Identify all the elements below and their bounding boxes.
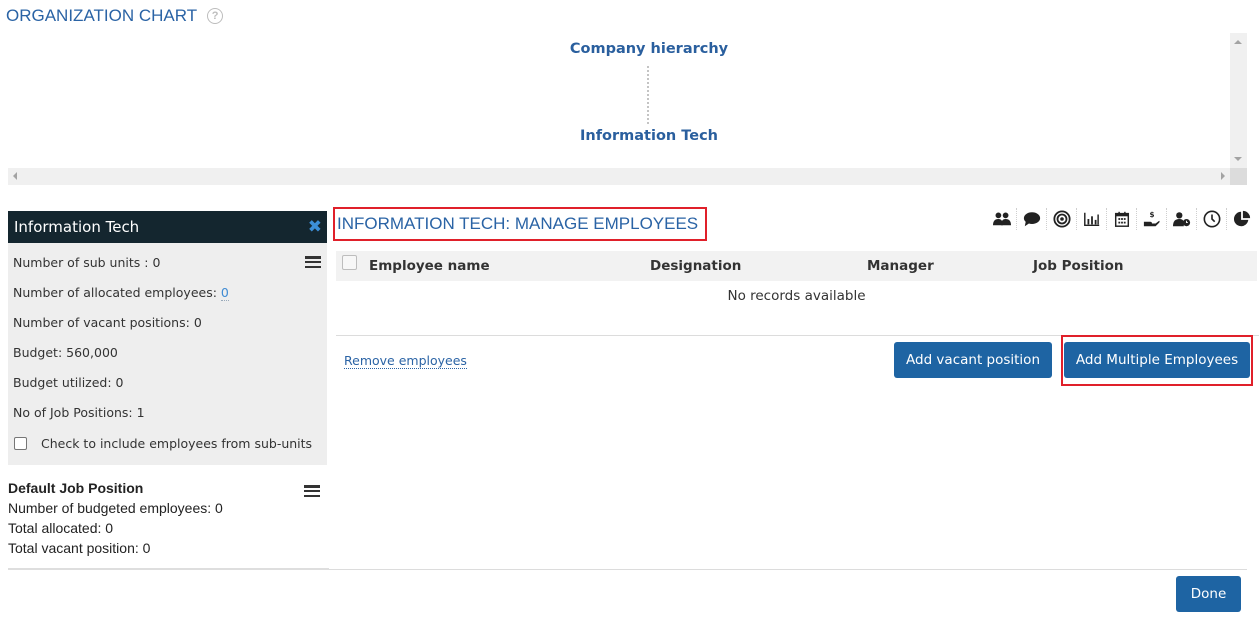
close-icon[interactable]: ✖	[308, 218, 322, 236]
column-header-employee-name[interactable]: Employee name	[369, 258, 490, 274]
comment-icon[interactable]	[1017, 208, 1047, 230]
job-position-panel: Default Job Position Number of budgeted …	[8, 478, 329, 570]
calendar-icon[interactable]	[1107, 208, 1137, 230]
allocated-employees-link[interactable]: 0	[220, 285, 229, 301]
section-title: INFORMATION TECH: MANAGE EMPLOYEES	[333, 207, 707, 241]
section-title-text: INFORMATION TECH: MANAGE EMPLOYEES	[337, 214, 699, 233]
scroll-up-arrow-icon[interactable]	[1234, 40, 1242, 44]
unit-panel-title: Information Tech	[14, 218, 140, 236]
pie-chart-icon[interactable]	[1227, 208, 1257, 230]
stat-sub-units: Number of sub units : 0	[13, 255, 161, 270]
scroll-left-arrow-icon[interactable]	[13, 172, 17, 180]
svg-text:$: $	[1149, 210, 1154, 219]
stat-budget-utilized: Budget utilized: 0	[13, 375, 124, 390]
grid-header: Employee name Designation Manager Job Po…	[336, 251, 1257, 281]
stat-vacant-positions: Number of vacant positions: 0	[13, 315, 202, 330]
stat-allocated-employees: Number of allocated employees: 0	[13, 285, 229, 301]
salary-hand-icon[interactable]: $	[1137, 208, 1167, 230]
clock-icon[interactable]	[1197, 208, 1227, 230]
column-header-designation[interactable]: Designation	[650, 258, 741, 274]
column-header-job-position[interactable]: Job Position	[1033, 258, 1123, 274]
stat-job-positions: No of Job Positions: 1	[13, 405, 145, 420]
bar-chart-icon[interactable]	[1077, 208, 1107, 230]
scroll-right-arrow-icon[interactable]	[1221, 172, 1225, 180]
target-icon[interactable]	[1047, 208, 1077, 230]
user-clock-icon[interactable]	[1167, 208, 1197, 230]
total-vacant: Total vacant position: 0	[8, 540, 151, 556]
unit-details-panel: Information Tech ✖ Number of sub units :…	[8, 211, 327, 465]
page-title-text: ORGANIZATION CHART	[6, 6, 198, 25]
toolbar: $	[987, 207, 1257, 231]
org-connector-line	[647, 66, 649, 124]
page-title: ORGANIZATION CHART ?	[6, 6, 224, 26]
total-allocated: Total allocated: 0	[8, 520, 114, 536]
org-node-information-tech[interactable]: Information Tech	[580, 128, 718, 144]
add-vacant-position-button[interactable]: Add vacant position	[894, 342, 1052, 378]
include-subunits-row[interactable]: Check to include employees from sub-unit…	[13, 428, 322, 458]
budgeted-employees: Number of budgeted employees: 0	[8, 500, 223, 516]
job-position-title: Default Job Position	[8, 480, 144, 496]
column-header-manager[interactable]: Manager	[867, 258, 934, 274]
stat-budget: Budget: 560,000	[13, 345, 118, 360]
scroll-down-arrow-icon[interactable]	[1234, 157, 1242, 161]
include-subunits-checkbox[interactable]	[14, 436, 27, 450]
add-multiple-employees-button[interactable]: Add Multiple Employees	[1064, 342, 1250, 378]
select-all-checkbox[interactable]	[342, 254, 357, 270]
footer-divider	[329, 569, 1247, 570]
unit-menu-icon[interactable]	[305, 256, 321, 268]
vertical-scrollbar[interactable]	[1230, 33, 1247, 168]
users-icon[interactable]	[987, 208, 1017, 230]
org-chart-viewport[interactable]: Company hierarchy Information Tech	[8, 33, 1247, 185]
include-subunits-label: Check to include employees from sub-unit…	[41, 435, 313, 451]
scrollbar-corner	[1230, 168, 1247, 185]
horizontal-scrollbar[interactable]	[8, 168, 1230, 185]
org-node-company-hierarchy[interactable]: Company hierarchy	[570, 41, 728, 57]
done-button[interactable]: Done	[1176, 576, 1241, 612]
employees-grid: Employee name Designation Manager Job Po…	[336, 251, 1257, 311]
help-icon[interactable]: ?	[207, 8, 224, 24]
remove-employees-link[interactable]: Remove employees	[344, 353, 467, 369]
unit-panel-header: Information Tech ✖	[8, 211, 327, 243]
job-position-menu-icon[interactable]	[304, 485, 320, 497]
grid-empty-message: No records available	[727, 288, 866, 304]
unit-panel-body: Number of sub units : 0 Number of alloca…	[8, 243, 327, 458]
